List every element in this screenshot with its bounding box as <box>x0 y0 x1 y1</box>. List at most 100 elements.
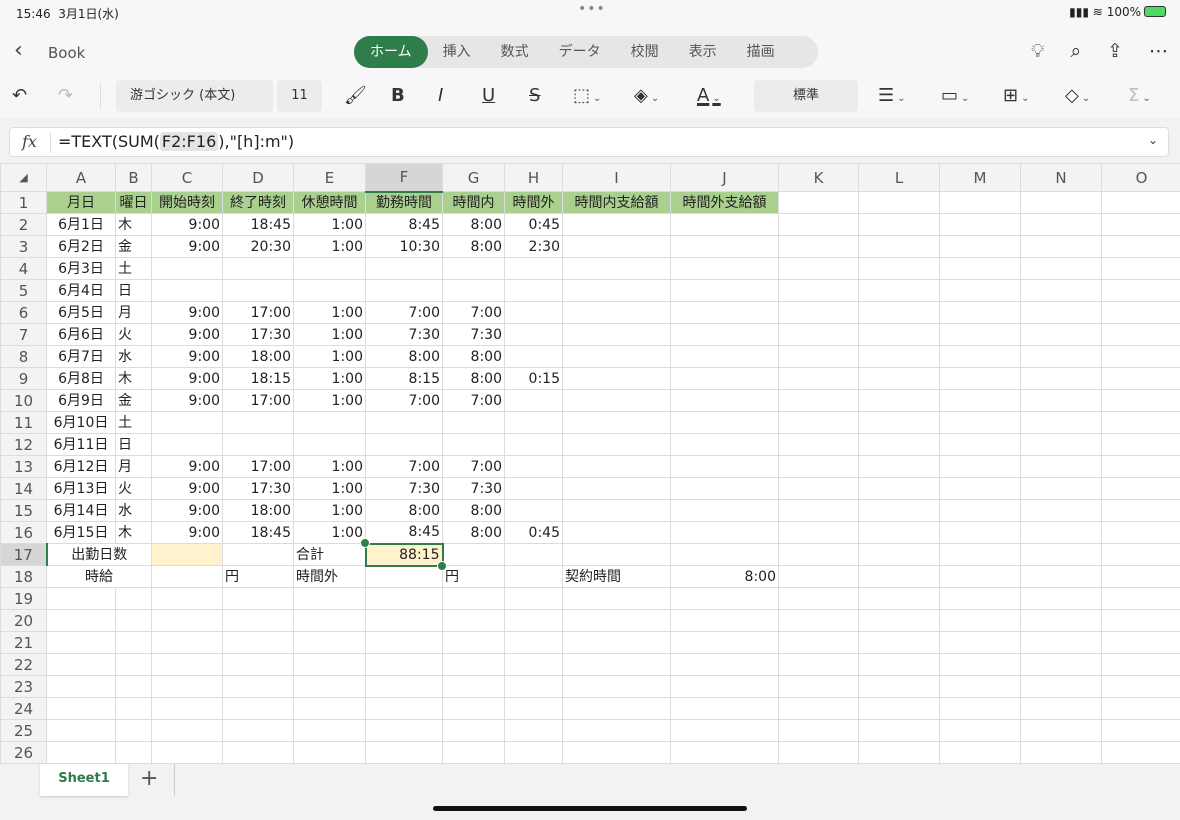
cell-B9[interactable]: 木 <box>115 367 152 390</box>
column-header-D[interactable]: D <box>222 163 294 192</box>
cell-N8[interactable] <box>1020 345 1102 368</box>
cell-B13[interactable]: 月 <box>115 455 152 478</box>
cell-K6[interactable] <box>778 301 859 324</box>
cell-O14[interactable] <box>1101 477 1180 500</box>
underline-icon[interactable]: U <box>482 78 495 114</box>
cell-C23[interactable] <box>151 675 223 698</box>
cell-O4[interactable] <box>1101 257 1180 280</box>
cell-O15[interactable] <box>1101 499 1180 522</box>
cell-B10[interactable]: 金 <box>115 389 152 412</box>
row-header[interactable]: 24 <box>0 697 47 720</box>
cell-C9[interactable]: 9:00 <box>151 367 223 390</box>
cell-J15[interactable] <box>670 499 779 522</box>
cell-I6[interactable] <box>562 301 671 324</box>
select-all-corner[interactable]: ◢ <box>0 163 47 192</box>
cell-O3[interactable] <box>1101 235 1180 258</box>
row-header[interactable]: 26 <box>0 741 47 763</box>
cell-G6[interactable]: 7:00 <box>442 301 505 324</box>
cell-F17[interactable]: 88:15 <box>364 542 444 567</box>
cell-K16[interactable] <box>778 521 859 544</box>
cell-D15[interactable]: 18:00 <box>222 499 294 522</box>
cell-C24[interactable] <box>151 697 223 720</box>
cell-D17[interactable] <box>222 543 294 566</box>
cell-F25[interactable] <box>365 719 443 742</box>
cell-B16[interactable]: 木 <box>115 521 152 544</box>
cell-H4[interactable] <box>504 257 563 280</box>
cell-E8[interactable]: 1:00 <box>293 345 366 368</box>
row-header[interactable]: 1 <box>0 191 47 214</box>
cell-E25[interactable] <box>293 719 366 742</box>
cell-K25[interactable] <box>778 719 859 742</box>
cell-O6[interactable] <box>1101 301 1180 324</box>
spreadsheet-grid[interactable]: ◢ A B C D E F G H I J K L M N O 1 月日 曜日 開始時刻 終了時刻 休憩時間 勤務時間 時間内… <box>0 163 1180 763</box>
cell-F26[interactable] <box>365 741 443 763</box>
cell-E14[interactable]: 1:00 <box>293 477 366 500</box>
cell-G13[interactable]: 7:00 <box>442 455 505 478</box>
cell-I13[interactable] <box>562 455 671 478</box>
cell-L14[interactable] <box>858 477 940 500</box>
add-sheet-icon[interactable]: + <box>140 766 158 791</box>
cell-M12[interactable] <box>939 433 1021 456</box>
cell-O13[interactable] <box>1101 455 1180 478</box>
cell-G7[interactable]: 7:30 <box>442 323 505 346</box>
cell-D11[interactable] <box>222 411 294 434</box>
expand-chevron-icon[interactable]: ⌄ <box>1148 133 1158 147</box>
cell-N4[interactable] <box>1020 257 1102 280</box>
cell-H18[interactable] <box>504 565 563 588</box>
cell-G22[interactable] <box>442 653 505 676</box>
column-header-B[interactable]: B <box>115 163 152 192</box>
cell-B5[interactable]: 日 <box>115 279 152 302</box>
cell-D20[interactable] <box>222 609 294 632</box>
cell-O9[interactable] <box>1101 367 1180 390</box>
cell-G1[interactable]: 時間内 <box>442 191 505 214</box>
cell-N13[interactable] <box>1020 455 1102 478</box>
cell-N5[interactable] <box>1020 279 1102 302</box>
cell-M17[interactable] <box>939 543 1021 566</box>
cell-I20[interactable] <box>562 609 671 632</box>
undo-icon[interactable]: ↶ <box>12 78 27 114</box>
more-icon[interactable]: ⋯ <box>1149 40 1168 62</box>
cell-E23[interactable] <box>293 675 366 698</box>
cell-D22[interactable] <box>222 653 294 676</box>
cell-M10[interactable] <box>939 389 1021 412</box>
cell-H10[interactable] <box>504 389 563 412</box>
multitask-dots-icon[interactable]: ••• <box>578 1 606 17</box>
cell-N17[interactable] <box>1020 543 1102 566</box>
cell-J16[interactable] <box>670 521 779 544</box>
cell-B8[interactable]: 水 <box>115 345 152 368</box>
cell-O18[interactable] <box>1101 565 1180 588</box>
cell-I26[interactable] <box>562 741 671 763</box>
row-header[interactable]: 21 <box>0 631 47 654</box>
cell-C18[interactable] <box>151 565 223 588</box>
cell-A23[interactable] <box>46 675 116 698</box>
cell-L11[interactable] <box>858 411 940 434</box>
cell-A5[interactable]: 6月4日 <box>46 279 116 302</box>
cell-K18[interactable] <box>778 565 859 588</box>
cell-A10[interactable]: 6月9日 <box>46 389 116 412</box>
number-format-select[interactable]: 標準 <box>754 80 858 112</box>
cell-A14[interactable]: 6月13日 <box>46 477 116 500</box>
cell-N18[interactable] <box>1020 565 1102 588</box>
cell-L22[interactable] <box>858 653 940 676</box>
column-header-E[interactable]: E <box>293 163 366 192</box>
cell-H8[interactable] <box>504 345 563 368</box>
cell-C15[interactable]: 9:00 <box>151 499 223 522</box>
cell-K26[interactable] <box>778 741 859 763</box>
cell-A6[interactable]: 6月5日 <box>46 301 116 324</box>
table-borders-icon[interactable]: ⊞ ⌄ <box>1003 78 1029 114</box>
align-icon[interactable]: ☰ ⌄ <box>878 78 906 114</box>
cell-L16[interactable] <box>858 521 940 544</box>
cell-M11[interactable] <box>939 411 1021 434</box>
cell-L2[interactable] <box>858 213 940 236</box>
column-header-N[interactable]: N <box>1020 163 1102 192</box>
cell-E21[interactable] <box>293 631 366 654</box>
column-header-G[interactable]: G <box>442 163 505 192</box>
cell-N12[interactable] <box>1020 433 1102 456</box>
cell-E20[interactable] <box>293 609 366 632</box>
column-header-L[interactable]: L <box>858 163 940 192</box>
font-size-select[interactable]: 11 <box>277 80 322 112</box>
cell-D5[interactable] <box>222 279 294 302</box>
cell-G24[interactable] <box>442 697 505 720</box>
cell-F10[interactable]: 7:00 <box>365 389 443 412</box>
cell-I10[interactable] <box>562 389 671 412</box>
